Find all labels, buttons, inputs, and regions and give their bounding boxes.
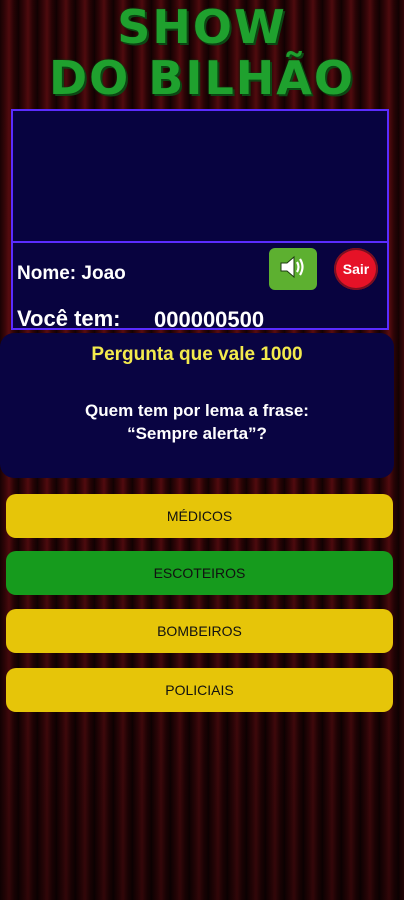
answer-label: ESCOTEIROS bbox=[153, 565, 246, 581]
exit-button-label: Sair bbox=[342, 261, 370, 277]
question-text: Quem tem por lema a frase: “Sempre alert… bbox=[30, 399, 364, 445]
exit-button[interactable]: Sair bbox=[334, 248, 378, 290]
game-title: SHOW DO BILHÃO bbox=[0, 0, 404, 108]
question-panel: Pergunta que vale 1000 Quem tem por lema… bbox=[0, 333, 394, 478]
answer-option-4[interactable]: POLICIAIS bbox=[6, 668, 393, 712]
answer-label: BOMBEIROS bbox=[157, 623, 242, 639]
answer-option-2[interactable]: ESCOTEIROS bbox=[6, 551, 393, 595]
question-line2: “Sempre alerta”? bbox=[127, 424, 267, 443]
money-value: 000000500 bbox=[154, 307, 265, 332]
question-value: Pergunta que vale 1000 bbox=[91, 344, 303, 365]
sound-toggle-button[interactable] bbox=[269, 248, 317, 290]
answer-option-1[interactable]: MÉDICOS bbox=[6, 494, 393, 538]
player-name: Nome: Joao bbox=[17, 263, 126, 284]
money-label: Você tem: bbox=[17, 306, 121, 331]
player-panel: Nome: Joao Sair Você tem: 000000500 bbox=[11, 109, 389, 332]
speaker-volume-icon bbox=[278, 253, 308, 286]
question-line1: Quem tem por lema a frase: bbox=[85, 401, 309, 420]
answer-option-3[interactable]: BOMBEIROS bbox=[6, 609, 393, 653]
answer-label: MÉDICOS bbox=[166, 508, 233, 524]
game-title-line2: DO BILHÃO bbox=[49, 51, 355, 105]
answer-label: POLICIAIS bbox=[165, 682, 234, 698]
host-video-area bbox=[13, 111, 387, 243]
game-title-line1: SHOW bbox=[117, 0, 287, 54]
